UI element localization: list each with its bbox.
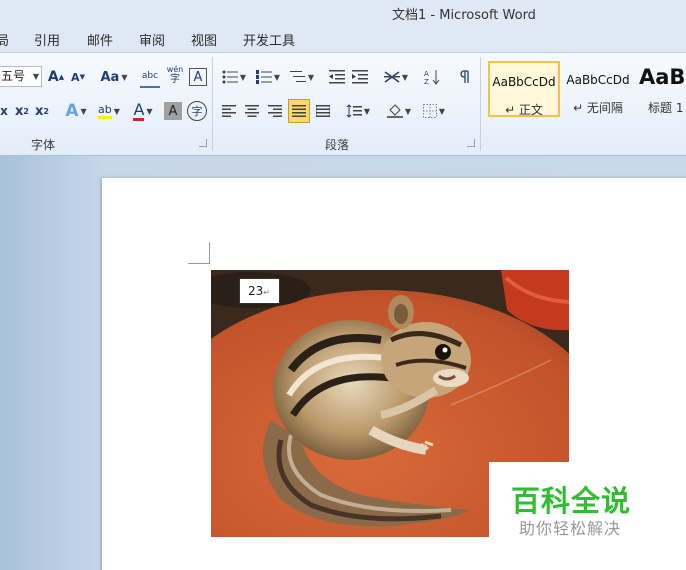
shading-button[interactable]: ▼ (385, 100, 413, 122)
align-right-icon (268, 105, 282, 117)
tab-layout[interactable]: 局 (0, 30, 9, 49)
text-box-content: 23 (248, 284, 264, 298)
numbered-list-icon (255, 70, 272, 84)
window-title: 文档1 - Microsoft Word (392, 8, 536, 23)
chinese-layout-button[interactable]: ▼ (382, 66, 410, 88)
align-left-icon (222, 105, 236, 117)
tab-developer[interactable]: 开发工具 (243, 30, 295, 49)
sort-button[interactable]: AZ (422, 66, 442, 88)
watermark-subtitle: 助你轻松解决 (519, 519, 622, 538)
justify-icon (292, 105, 306, 117)
pilcrow-icon (460, 70, 469, 83)
style-name: ↵ 无间隔 (573, 101, 623, 115)
font-size-value: 五号 (1, 69, 26, 83)
shrink-font-button[interactable]: A ▼ (68, 66, 88, 88)
margin-corner-mark (188, 242, 210, 264)
watermark-title: 百科全说 (511, 484, 632, 518)
style-normal[interactable]: AaBbCcDd ↵ 正文 (488, 61, 560, 117)
style-name: 标题 1 (648, 101, 684, 115)
highlight-button[interactable]: ab ▼ (94, 100, 124, 122)
watermark-logo: 百科全说 助你轻松解决 (489, 462, 664, 544)
char-shading-button[interactable]: A (164, 102, 182, 120)
distributed-align-icon (316, 105, 330, 117)
bullet-list-icon (222, 70, 238, 84)
ribbon-tabs: 局 引用 邮件 审阅 视图 开发工具 (0, 26, 686, 52)
subscript-button[interactable]: x2 (12, 100, 32, 122)
svg-text:A: A (424, 70, 429, 78)
style-sample: AaBbCcDd (492, 75, 556, 89)
decrease-indent-button[interactable] (328, 66, 346, 88)
text-box[interactable]: 23↵ (239, 278, 280, 304)
font-group-label: 字体 (31, 138, 56, 152)
style-name: ↵ 正文 (505, 103, 543, 117)
paint-bucket-icon (386, 104, 403, 118)
sort-icon: AZ (424, 70, 440, 85)
text-effect-button[interactable]: A ▼ (62, 100, 90, 122)
title-bar: 文档1 - Microsoft Word (0, 0, 686, 26)
phonetic-guide-button[interactable]: wén 字 (164, 64, 186, 86)
line-spacing-button[interactable]: ▼ (344, 100, 372, 122)
align-center-button[interactable] (243, 100, 261, 122)
chevron-down-icon: ▼ (32, 72, 39, 81)
ribbon: 五号 ▼ A ▲ A ▼ Aa ▼ abc wén 字 A x x2 x2 A ▼ ab ▼… (0, 52, 686, 156)
multilevel-list-button[interactable]: ▼ (288, 66, 316, 88)
numbering-button[interactable]: ▼ (254, 66, 282, 88)
borders-button[interactable]: ▼ (420, 100, 448, 122)
grow-font-button[interactable]: A ▲ (46, 66, 66, 88)
group-divider (480, 57, 481, 151)
increase-indent-icon (352, 70, 368, 84)
style-sample: AaBbCcDd (566, 73, 630, 87)
justify-button[interactable] (288, 99, 310, 123)
decrease-indent-icon (329, 70, 345, 84)
style-sample: AaB (639, 65, 686, 89)
align-center-icon (245, 105, 259, 117)
paragraph-group-label: 段落 (325, 138, 350, 152)
align-right-button[interactable] (266, 100, 284, 122)
font-color-button[interactable]: A ▼ (128, 100, 158, 122)
paragraph-dialog-launcher-icon[interactable] (467, 139, 475, 147)
clear-format-button[interactable]: abc (140, 66, 160, 88)
superscript-button[interactable]: x2 (32, 100, 52, 122)
change-case-button[interactable]: Aa ▼ (100, 66, 128, 88)
font-dialog-launcher-icon[interactable] (199, 139, 207, 147)
style-heading-1[interactable]: AaB 标题 1 (636, 61, 686, 117)
svg-text:Z: Z (424, 78, 429, 85)
style-no-spacing[interactable]: AaBbCcDd ↵ 无间隔 (562, 61, 634, 117)
multilevel-list-icon (289, 71, 306, 82)
group-divider (212, 57, 213, 151)
paragraph-mark: ↵ (263, 288, 270, 297)
enclose-char-button[interactable]: 字 (187, 101, 207, 121)
tab-references[interactable]: 引用 (34, 30, 60, 49)
styles-gallery: AaBbCcDd ↵ 正文 AaBbCcDd ↵ 无间隔 AaB 标题 1 (484, 57, 686, 133)
align-left-button[interactable] (220, 100, 238, 122)
tab-view[interactable]: 视图 (191, 30, 217, 49)
chinese-layout-icon (383, 71, 400, 83)
font-size-select[interactable]: 五号 ▼ (0, 66, 42, 87)
line-spacing-icon (346, 104, 362, 118)
distributed-align-button[interactable] (314, 100, 332, 122)
increase-indent-button[interactable] (351, 66, 369, 88)
char-border-button[interactable]: A (189, 68, 207, 86)
strikethrough-button[interactable]: x (0, 100, 12, 122)
tab-review[interactable]: 审阅 (139, 30, 165, 49)
show-marks-button[interactable] (456, 66, 474, 88)
border-icon (422, 104, 437, 118)
tab-mailings[interactable]: 邮件 (87, 30, 113, 49)
bullets-button[interactable]: ▼ (220, 66, 248, 88)
